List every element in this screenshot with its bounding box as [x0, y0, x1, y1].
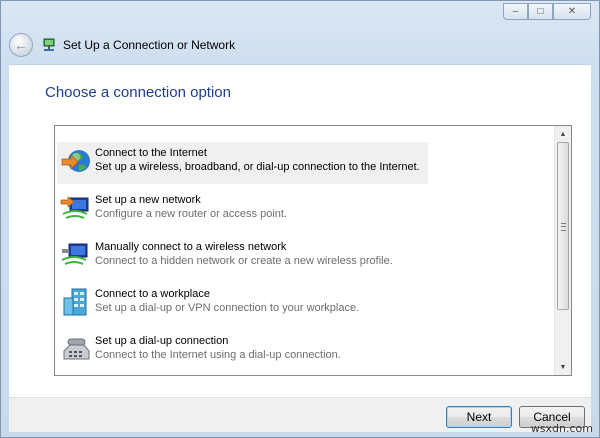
globe-icon	[61, 150, 90, 172]
button-bar: Next Cancel	[9, 397, 591, 432]
new-network-icon	[60, 196, 89, 219]
scroll-up-arrow-icon[interactable]: ▲	[555, 126, 571, 142]
dialup-phone-icon	[63, 338, 90, 360]
option-description: Configure a new router or access point.	[95, 208, 287, 220]
option-name: Set up a dial-up connection	[95, 335, 229, 347]
scroll-down-arrow-icon[interactable]: ▼	[555, 359, 571, 375]
option-connect-internet[interactable]: Connect to the Internet Set up a wireles…	[57, 142, 428, 184]
option-name: Connect to the Internet	[95, 147, 207, 159]
page-heading: Choose a connection option	[45, 84, 231, 101]
vertical-scrollbar[interactable]: ▲ ▼	[554, 126, 571, 375]
next-button[interactable]: Next	[446, 406, 512, 428]
option-dialup[interactable]: Set up a dial-up connection Connect to t…	[57, 330, 341, 372]
back-button[interactable]: ←	[9, 33, 33, 57]
option-description: Connect to the Internet using a dial-up …	[95, 349, 341, 361]
minimize-icon: –	[512, 6, 519, 17]
dialog-window: – □ ✕ ← Set Up a Connection or Network C…	[0, 0, 600, 438]
close-icon: ✕	[567, 6, 577, 17]
workplace-icon	[63, 288, 87, 316]
maximize-button[interactable]: □	[528, 3, 553, 20]
option-description: Set up a wireless, broadband, or dial-up…	[95, 161, 420, 173]
network-setup-icon	[43, 38, 55, 51]
window-controls: – □ ✕	[503, 3, 591, 20]
connection-options-list[interactable]: Connect to the Internet Set up a wireles…	[54, 125, 572, 376]
option-description: Connect to a hidden network or create a …	[95, 255, 393, 267]
watermark: wsxdn.com	[530, 422, 593, 435]
option-name: Set up a new network	[95, 194, 201, 206]
back-arrow-icon: ←	[14, 37, 28, 53]
scroll-thumb[interactable]	[557, 142, 569, 310]
close-button[interactable]: ✕	[553, 3, 591, 20]
option-name: Connect to a workplace	[95, 288, 210, 300]
option-new-network[interactable]: Set up a new network Configure a new rou…	[57, 189, 287, 231]
minimize-button[interactable]: –	[503, 3, 528, 20]
option-manual-wireless[interactable]: Manually connect to a wireless network C…	[57, 236, 393, 278]
grip-icon	[561, 223, 566, 231]
option-description: Set up a dial-up or VPN connection to yo…	[95, 302, 360, 314]
maximize-icon: □	[537, 6, 544, 17]
wireless-network-icon	[61, 243, 88, 265]
window-title: Set Up a Connection or Network	[63, 38, 236, 52]
main-content: Choose a connection option Connect to th…	[9, 64, 591, 398]
option-name: Manually connect to a wireless network	[95, 241, 287, 253]
title-bar: ← Set Up a Connection or Network	[9, 31, 235, 59]
option-workplace[interactable]: Connect to a workplace Set up a dial-up …	[57, 283, 359, 325]
